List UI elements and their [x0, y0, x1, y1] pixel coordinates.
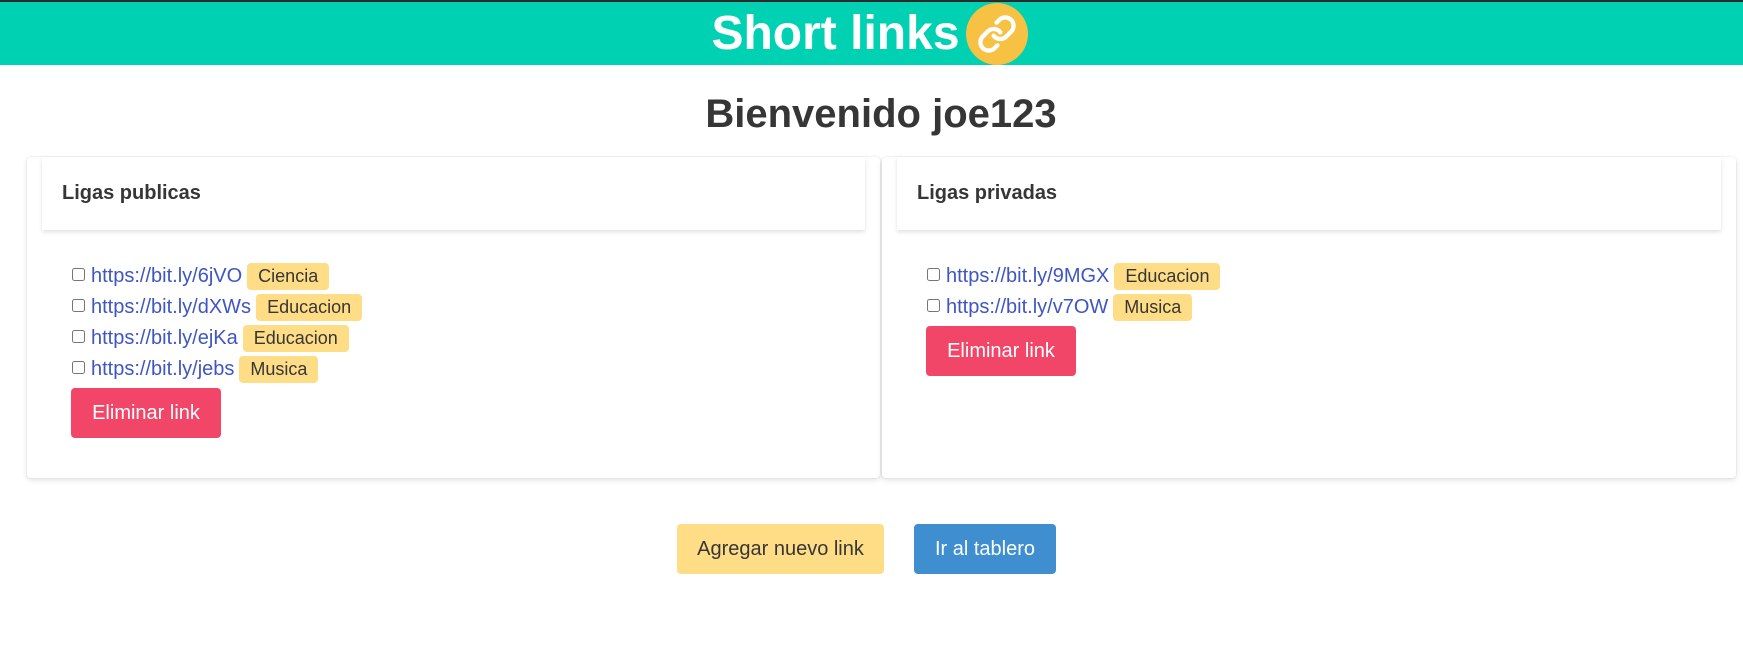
list-item: https://bit.ly/jebs Musica — [71, 354, 362, 385]
public-link-list: https://bit.ly/6jVO Ciencia https://bit.… — [71, 261, 363, 438]
list-item: https://bit.ly/dXWs Educacion — [71, 292, 363, 323]
link-checkbox[interactable] — [72, 268, 85, 281]
category-tag: Educacion — [1114, 263, 1221, 290]
list-item: https://bit.ly/v7OW Musica — [926, 292, 1220, 323]
link-checkbox[interactable] — [72, 361, 85, 374]
app-title: Short links — [711, 7, 960, 60]
category-tag: Ciencia — [247, 263, 330, 290]
delete-link-button[interactable]: Eliminar link — [926, 326, 1076, 376]
add-link-button[interactable]: Agregar nuevo link — [677, 524, 884, 574]
link-checkbox[interactable] — [927, 299, 940, 312]
private-links-card: Ligas privadas https://bit.ly/9MGX Educa… — [882, 157, 1736, 478]
app-header: Short links — [0, 2, 1743, 65]
category-tag: Musica — [1113, 294, 1193, 321]
short-link[interactable]: https://bit.ly/ejKa — [91, 327, 238, 350]
dashboard-button[interactable]: Ir al tablero — [914, 524, 1056, 574]
short-link[interactable]: https://bit.ly/dXWs — [91, 296, 251, 319]
short-link[interactable]: https://bit.ly/jebs — [91, 358, 234, 381]
link-checkbox[interactable] — [927, 268, 940, 281]
brand: Short links — [711, 2, 1028, 65]
link-icon — [965, 2, 1028, 65]
card-header: Ligas privadas — [897, 157, 1721, 230]
category-tag: Educacion — [256, 294, 363, 321]
category-tag: Educacion — [242, 325, 349, 352]
short-link[interactable]: https://bit.ly/9MGX — [946, 265, 1109, 288]
delete-link-button[interactable]: Eliminar link — [71, 388, 221, 438]
private-link-list: https://bit.ly/9MGX Educacion https://bi… — [926, 261, 1221, 376]
list-item: https://bit.ly/9MGX Educacion — [926, 261, 1221, 292]
list-item: https://bit.ly/ejKa Educacion — [71, 323, 362, 354]
link-checkbox[interactable] — [72, 299, 85, 312]
public-links-card: Ligas publicas https://bit.ly/6jVO Cienc… — [27, 157, 880, 478]
category-tag: Musica — [239, 356, 319, 383]
card-title: Ligas privadas — [917, 182, 1058, 204]
short-link[interactable]: https://bit.ly/v7OW — [946, 296, 1108, 319]
link-checkbox[interactable] — [72, 330, 85, 343]
list-item: https://bit.ly/6jVO Ciencia — [71, 261, 362, 292]
card-title: Ligas publicas — [62, 182, 201, 204]
short-link[interactable]: https://bit.ly/6jVO — [91, 265, 242, 288]
welcome-heading: Bienvenido joe123 — [705, 92, 1057, 136]
card-header: Ligas publicas — [42, 157, 865, 230]
